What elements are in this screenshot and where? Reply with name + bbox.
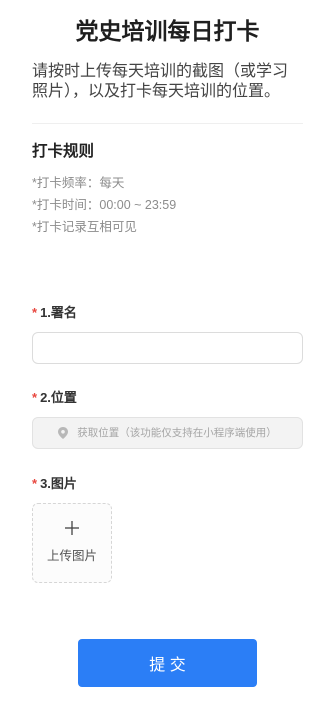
rules-list: *打卡频率：每天 *打卡时间：00:00 ~ 23:59 *打卡记录互相可见 xyxy=(32,172,176,238)
submit-button[interactable]: 提 交 xyxy=(78,639,257,687)
rule-item: *打卡记录互相可见 xyxy=(32,220,137,234)
required-mark: * xyxy=(32,390,38,405)
name-label-text: 1.署名 xyxy=(40,305,77,320)
submit-button-label: 提 交 xyxy=(149,657,186,674)
image-field-label: * 3.图片 xyxy=(32,475,77,493)
name-field-label: * 1.署名 xyxy=(32,304,77,322)
required-mark: * xyxy=(32,476,38,491)
page-description: 请按时上传每天培训的截图（或学习照片），以及打卡每天培训的位置。 xyxy=(32,63,289,100)
required-mark: * xyxy=(32,305,38,320)
upload-image-label: 上传图片 xyxy=(46,549,97,563)
name-input[interactable] xyxy=(32,332,303,364)
image-label-text: 3.图片 xyxy=(40,476,77,491)
rules-heading: 打卡规则 xyxy=(32,143,95,160)
upload-image-button[interactable]: 上传图片 xyxy=(32,503,112,583)
rule-item: *打卡时间：00:00 ~ 23:59 xyxy=(32,198,177,212)
location-field-label: * 2.位置 xyxy=(32,389,77,407)
page-title: 党史培训每日打卡 xyxy=(75,18,260,44)
pin-hole xyxy=(61,430,66,434)
location-pin-icon xyxy=(58,427,69,439)
get-location-button[interactable]: 获取位置（该功能仅支持在小程序端使用） xyxy=(32,417,303,449)
rule-item: *打卡频率：每天 xyxy=(32,176,125,190)
divider xyxy=(32,123,303,124)
location-pin-svg xyxy=(58,427,69,439)
get-location-label: 获取位置（该功能仅支持在小程序端使用） xyxy=(77,427,277,439)
plus-icon xyxy=(65,521,79,535)
location-label-text: 2.位置 xyxy=(40,390,77,405)
